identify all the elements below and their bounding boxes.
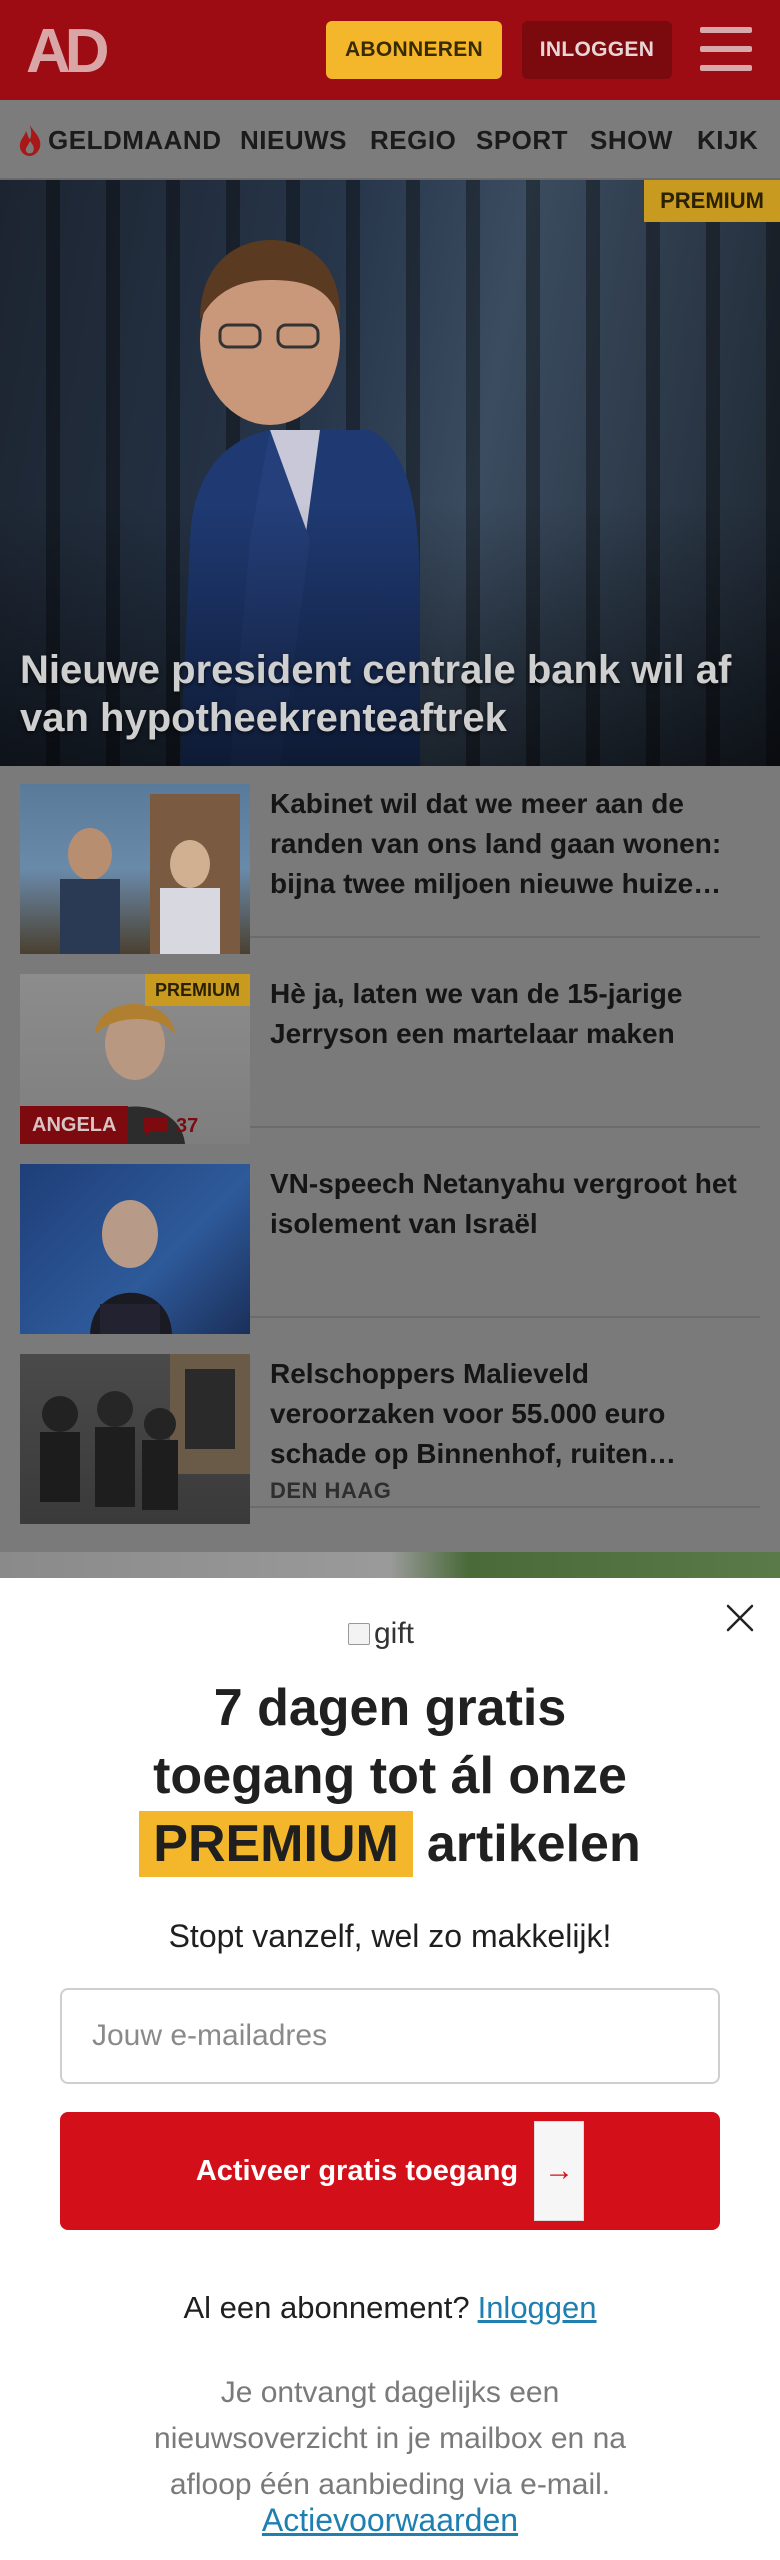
- article-title[interactable]: VN-speech Netanyahu vergroot het isoleme…: [270, 1164, 760, 1244]
- modal-headline: 7 dagen gratis toegang tot ál onze PREMI…: [0, 1674, 780, 1878]
- gift-icon: gift: [348, 1614, 438, 1654]
- broken-image-icon: [348, 1623, 370, 1645]
- nav-item-geldmaand[interactable]: GELDMAAND: [16, 100, 222, 180]
- login-button[interactable]: INLOGGEN: [522, 21, 672, 79]
- article-thumbnail: [20, 1164, 250, 1334]
- article-title[interactable]: Relschoppers Malieveld veroorzaken voor …: [270, 1354, 760, 1474]
- list-item[interactable]: Kabinet wil dat we meer aan de randen va…: [20, 766, 760, 954]
- hero-article[interactable]: PREMIUM Nieuwe president centrale bank w…: [0, 180, 780, 766]
- activate-trial-button[interactable]: Activeer gratis toegang →: [60, 2112, 720, 2230]
- arrow-right-icon: →: [534, 2121, 585, 2221]
- terms: Actievoorwaarden: [0, 2502, 780, 2539]
- email-field[interactable]: [60, 1988, 720, 2084]
- nav-item-show[interactable]: SHOW: [590, 100, 673, 180]
- premium-trial-modal: gift 7 dagen gratis toegang tot ál onze …: [0, 1578, 780, 2560]
- list-item[interactable]: VN-speech Netanyahu vergroot het isoleme…: [20, 1146, 760, 1334]
- close-icon[interactable]: [722, 1600, 758, 1636]
- nav-label: GELDMAAND: [48, 124, 222, 155]
- premium-badge: PREMIUM: [644, 180, 780, 222]
- hero-title[interactable]: Nieuwe president centrale bank wil af va…: [20, 646, 760, 742]
- article-thumbnail: PREMIUM ANGELA 37: [20, 974, 250, 1144]
- premium-highlight: PREMIUM: [139, 1811, 413, 1877]
- ad-logo[interactable]: AD: [26, 20, 116, 80]
- premium-badge: PREMIUM: [145, 974, 250, 1006]
- svg-text:AD: AD: [26, 20, 108, 80]
- list-item[interactable]: Relschoppers Malieveld veroorzaken voor …: [20, 1336, 760, 1524]
- terms-link[interactable]: Actievoorwaarden: [262, 2502, 518, 2538]
- login-link[interactable]: Inloggen: [478, 2290, 597, 2325]
- article-thumbnail: [20, 1354, 250, 1524]
- hamburger-icon[interactable]: [700, 25, 752, 75]
- article-title[interactable]: Hè ja, laten we van de 15-jarige Jerryso…: [270, 974, 760, 1054]
- nav-item-kijk[interactable]: KIJK: [697, 100, 758, 180]
- already-subscribed: Al een abonnement? Inloggen: [183, 2290, 597, 2325]
- modal-subline: Stopt vanzelf, wel zo makkelijk!: [168, 1918, 612, 1954]
- next-article-peek: [0, 1552, 780, 1578]
- article-thumbnail: [20, 784, 250, 954]
- article-title[interactable]: Kabinet wil dat we meer aan de randen va…: [270, 784, 760, 904]
- article-list: Kabinet wil dat we meer aan de randen va…: [0, 766, 780, 1578]
- author-badge: ANGELA: [20, 1106, 129, 1144]
- flame-icon: [19, 125, 41, 156]
- region-label: DEN HAAG: [270, 1478, 392, 1503]
- subscribe-button[interactable]: ABONNEREN: [326, 21, 502, 79]
- nav-item-regio[interactable]: REGIO: [370, 100, 456, 180]
- nav-item-sport[interactable]: SPORT: [476, 100, 568, 180]
- comment-count[interactable]: 37: [142, 1115, 198, 1138]
- info-text: Je ontvangt dagelijks een nieuwsoverzich…: [154, 2376, 626, 2501]
- section-nav: GELDMAAND NIEUWS REGIO SPORT SHOW KIJK: [0, 100, 780, 180]
- list-item[interactable]: PREMIUM ANGELA 37 Hè ja, laten we van de…: [20, 956, 760, 1144]
- top-header: AD ABONNEREN INLOGGEN: [0, 0, 780, 100]
- comment-icon: [143, 1116, 167, 1137]
- nav-item-nieuws[interactable]: NIEUWS: [240, 100, 347, 180]
